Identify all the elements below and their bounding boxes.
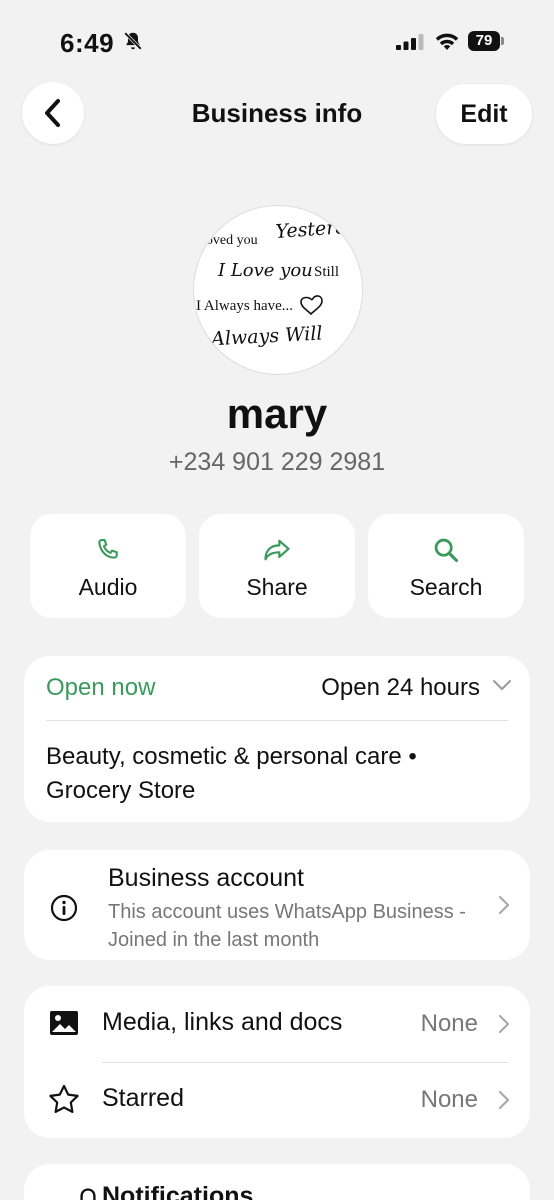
open-status: Open now xyxy=(46,674,156,701)
bell-muted-icon xyxy=(124,32,142,50)
avatar-line-3: I Love you xyxy=(217,260,313,281)
share-label: Share xyxy=(246,574,308,600)
avatar-line-6: I Always Will xyxy=(196,322,323,351)
battery-level: 79 xyxy=(468,31,500,51)
bell-icon xyxy=(80,1188,96,1200)
starred-value: None xyxy=(420,1086,478,1113)
divider xyxy=(46,720,508,721)
avatar-line-4: Still xyxy=(314,264,339,280)
star-icon xyxy=(49,1084,79,1113)
media-label: Media, links and docs xyxy=(102,1008,343,1036)
avatar-image: loved you Yesterday I Love you Still I A… xyxy=(196,214,362,351)
chevron-right-icon xyxy=(498,1014,510,1034)
business-account-title: Business account xyxy=(108,864,304,892)
heart-icon xyxy=(300,295,323,316)
nav-bar: Business info Edit xyxy=(0,82,554,146)
media-card: Media, links and docs None Starred None xyxy=(24,986,530,1138)
chevron-right-icon xyxy=(498,895,510,915)
media-value: None xyxy=(420,1010,478,1037)
starred-label: Starred xyxy=(102,1084,184,1112)
business-account-subtitle: This account uses WhatsApp Business - Jo… xyxy=(108,901,466,951)
battery-indicator: 79 xyxy=(468,31,504,51)
chevron-down-icon[interactable] xyxy=(492,678,512,692)
contact-name: mary xyxy=(226,390,328,437)
phone-icon xyxy=(98,539,118,559)
share-button[interactable]: Share xyxy=(199,514,355,618)
search-label: Search xyxy=(409,574,483,600)
edit-button[interactable]: Edit xyxy=(436,84,532,144)
info-icon xyxy=(50,894,78,922)
avatar-line-1: loved you xyxy=(202,233,258,248)
share-icon xyxy=(264,539,290,561)
chevron-right-icon xyxy=(498,1090,510,1110)
search-icon xyxy=(434,538,459,563)
contact-phone: +234 901 229 2981 xyxy=(168,448,386,476)
business-category: Beauty, cosmetic & personal care • Groce… xyxy=(46,743,417,804)
notifications-card[interactable]: Notifications xyxy=(24,1164,530,1200)
status-bar: 6:49 79 xyxy=(0,0,554,80)
notifications-label: Notifications xyxy=(102,1182,254,1200)
search-button[interactable]: Search xyxy=(368,514,524,618)
avatar-line-5: I Always have... xyxy=(196,298,293,314)
audio-call-button[interactable]: Audio xyxy=(30,514,186,618)
wifi-icon xyxy=(435,33,459,50)
battery-tip xyxy=(501,37,504,45)
image-icon xyxy=(50,1011,78,1035)
audio-label: Audio xyxy=(78,574,138,600)
avatar[interactable]: loved you Yesterday I Love you Still I A… xyxy=(193,205,363,375)
hours-value[interactable]: Open 24 hours xyxy=(321,674,480,702)
avatar-line-2: Yesterday xyxy=(275,214,362,243)
media-row[interactable]: Media, links and docs None xyxy=(24,986,530,1062)
signal-icon xyxy=(396,34,424,50)
business-account-card[interactable]: Business account This account uses Whats… xyxy=(24,850,530,960)
starred-row[interactable]: Starred None xyxy=(24,1062,530,1138)
status-time: 6:49 xyxy=(60,28,115,58)
hours-card: Open now Open 24 hours Beauty, cosmetic … xyxy=(24,656,530,822)
